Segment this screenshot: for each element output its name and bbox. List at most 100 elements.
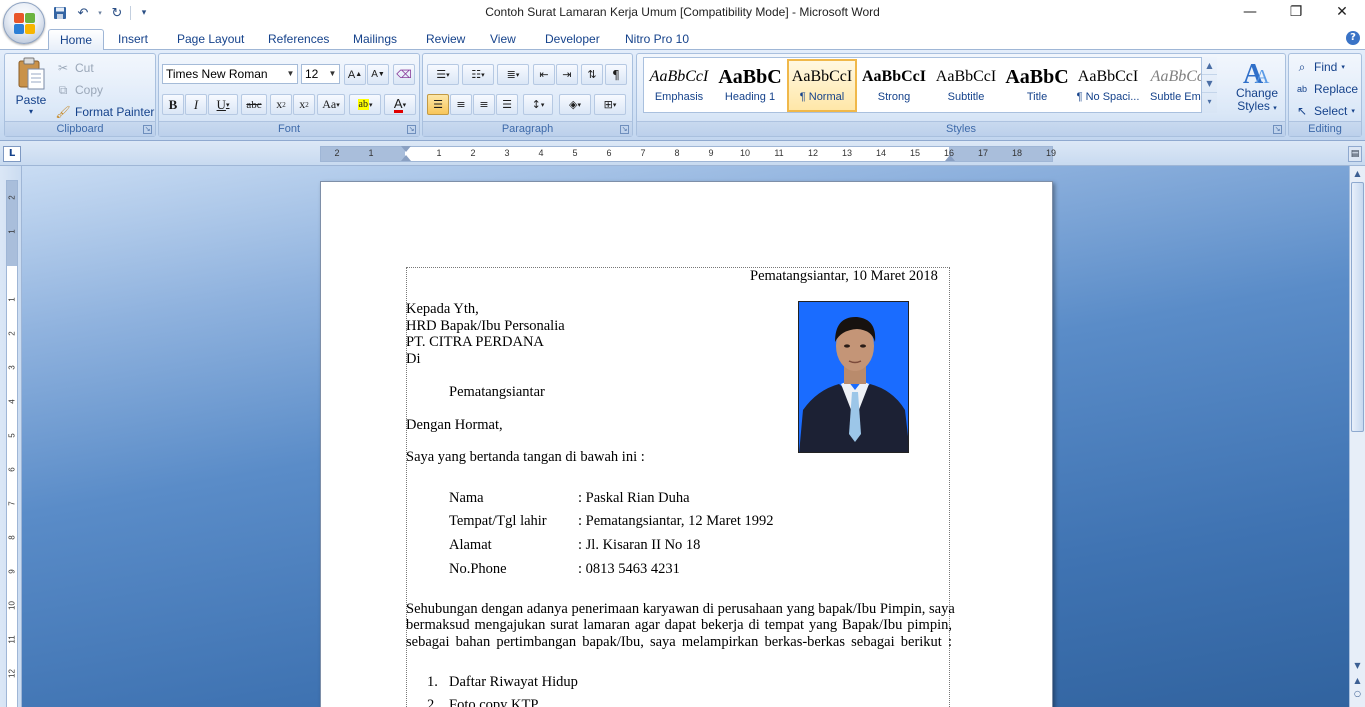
browse-object-icon[interactable]: ○ [1351, 687, 1364, 700]
font-color-button[interactable]: A ▾ [384, 94, 416, 115]
shrink-font-button[interactable]: A ▼ [367, 64, 389, 85]
restore-icon[interactable]: ❐ [1273, 0, 1319, 24]
gallery-down-icon[interactable]: ▼ [1202, 75, 1217, 93]
vertical-scrollbar[interactable]: ▲ ▼ ▲ ○ [1349, 166, 1365, 707]
style-no-spacing[interactable]: AaBbCcI ¶ No Spaci... [1075, 61, 1141, 110]
line-spacing-button[interactable]: ↕ ▾ [523, 94, 553, 115]
justify-button[interactable]: ☰ [496, 94, 518, 115]
change-styles-icon: AA [1243, 59, 1270, 87]
ruler-tick-label: 8 [674, 148, 680, 158]
tab-page-layout[interactable]: Page Layout [166, 29, 255, 50]
vruler-tick-label: 6 [7, 467, 17, 472]
change-styles-button[interactable]: AA Change Styles ▾ [1229, 57, 1285, 115]
field-value: : 0813 5463 4231 [578, 561, 680, 577]
office-button[interactable] [3, 2, 45, 44]
underline-button[interactable]: U ▾ [208, 94, 238, 115]
find-button[interactable]: ⌕ Find ▾ [1294, 57, 1345, 77]
gallery-up-icon[interactable]: ▲ [1202, 57, 1217, 75]
style-emphasis[interactable]: AaBbCcI Emphasis [646, 61, 712, 110]
align-right-button[interactable]: ≡ [473, 94, 495, 115]
vruler-tick-label: 2 [7, 195, 17, 200]
font-size-combo[interactable]: 12 ▼ [301, 64, 340, 84]
style-title[interactable]: AaBbC Title [1004, 61, 1070, 110]
ruler-row: L 2 1 1 2 3 4 5 6 7 8 9 10 11 12 13 14 15 16 17 18 19 ▤ [0, 141, 1365, 166]
field-value: : Jl. Kisaran II No 18 [578, 537, 701, 553]
show-marks-button[interactable]: ¶ [605, 64, 627, 85]
superscript-button[interactable]: x2 [293, 94, 315, 115]
shading-button[interactable]: ◈ ▾ [559, 94, 591, 115]
clear-formatting-button[interactable]: ⌫ [393, 64, 415, 85]
date-line: Pematangsiantar, 10 Maret 2018 [750, 268, 938, 284]
subscript-button[interactable]: x2 [270, 94, 292, 115]
tab-references[interactable]: References [257, 29, 340, 50]
tab-view[interactable]: View [479, 29, 527, 50]
numbered-list-icon: ☷ [471, 68, 482, 81]
copy-button[interactable]: ⧉ Copy [55, 80, 103, 100]
increase-indent-button[interactable]: ⇥ [556, 64, 578, 85]
gallery-scroll: ▲ ▼ ▾ [1201, 57, 1217, 113]
vruler-tick-label: 5 [7, 433, 17, 438]
font-launcher-icon[interactable]: ↘ [407, 125, 416, 134]
minimize-icon[interactable]: — [1227, 0, 1273, 24]
previous-page-icon[interactable]: ▲ [1351, 674, 1364, 687]
scroll-down-icon[interactable]: ▼ [1351, 659, 1364, 672]
paint-bucket-icon: ◈ [569, 98, 578, 111]
paragraph-group-label: Paragraph [423, 121, 632, 136]
applicant-photo[interactable] [798, 301, 909, 453]
tab-insert[interactable]: Insert [107, 29, 159, 50]
ruler-tick-label: 1 [368, 148, 374, 158]
cursor-icon: ↖ [1296, 104, 1308, 118]
clipboard-launcher-icon[interactable]: ↘ [143, 125, 152, 134]
tab-home[interactable]: Home [48, 29, 105, 51]
align-center-button[interactable]: ≡ [450, 94, 472, 115]
style-heading-1[interactable]: AaBbC Heading 1 [717, 61, 783, 110]
tab-selector-icon[interactable]: L [3, 146, 21, 162]
vruler-tick-label: 11 [7, 635, 17, 644]
tab-nitro-pro[interactable]: Nitro Pro 10 [614, 29, 700, 50]
close-icon[interactable]: ✕ [1319, 0, 1365, 24]
ruler-tick-label: 9 [708, 148, 714, 158]
document-page[interactable]: Pematangsiantar, 10 Maret 2018 Kepada Yt… [320, 181, 1053, 707]
paintbrush-icon: 🖌 [55, 105, 71, 119]
ruler-tick-label: 3 [504, 148, 510, 158]
style-strong[interactable]: AaBbCcI Strong [861, 61, 927, 110]
change-case-button[interactable]: Aa ▾ [317, 94, 345, 115]
ruler-tick-label: 18 [1011, 148, 1023, 158]
style-normal[interactable]: AaBbCcI ¶ Normal [787, 59, 857, 112]
vertical-ruler[interactable]: 2 1 1 2 3 4 5 6 7 8 9 10 11 12 [0, 166, 22, 707]
gallery-more-icon[interactable]: ▾ [1202, 93, 1217, 111]
numbering-button[interactable]: ☷ ▾ [462, 64, 494, 85]
multilevel-list-button[interactable]: ≣ ▾ [497, 64, 529, 85]
scroll-thumb[interactable] [1351, 182, 1364, 432]
paste-button[interactable]: Paste ▾ [9, 57, 53, 116]
bold-button[interactable]: B [162, 94, 184, 115]
justify-icon: ☰ [502, 98, 512, 111]
tab-developer[interactable]: Developer [534, 29, 611, 50]
styles-launcher-icon[interactable]: ↘ [1273, 125, 1282, 134]
decrease-indent-button[interactable]: ⇤ [533, 64, 555, 85]
highlight-button[interactable]: ab ▾ [349, 94, 381, 115]
tab-review[interactable]: Review [415, 29, 476, 50]
hanging-indent-marker[interactable] [401, 155, 411, 161]
style-subtitle[interactable]: AaBbCcI Subtitle [933, 61, 999, 110]
replace-button[interactable]: ab Replace [1294, 79, 1358, 99]
view-ruler-icon[interactable]: ▤ [1348, 146, 1362, 162]
borders-button[interactable]: ⊞ ▾ [594, 94, 626, 115]
scroll-up-icon[interactable]: ▲ [1351, 167, 1364, 180]
align-left-button[interactable]: ☰ [427, 94, 449, 115]
strikethrough-button[interactable]: abc [241, 94, 267, 115]
paragraph-launcher-icon[interactable]: ↘ [620, 125, 629, 134]
tab-mailings[interactable]: Mailings [342, 29, 408, 50]
italic-button[interactable]: I [185, 94, 207, 115]
first-line-indent-marker[interactable] [401, 146, 411, 152]
recipient-line: Di [406, 351, 421, 367]
select-button[interactable]: ↖ Select ▾ [1294, 101, 1355, 121]
format-painter-button[interactable]: 🖌 Format Painter [55, 102, 154, 122]
font-family-combo[interactable]: Times New Roman ▼ [162, 64, 298, 84]
cut-button[interactable]: ✂ Cut [55, 58, 94, 78]
horizontal-ruler[interactable]: 2 1 1 2 3 4 5 6 7 8 9 10 11 12 13 14 15 16 17 18 19 [320, 146, 1056, 162]
sort-button[interactable]: ⇅ [581, 64, 603, 85]
grow-font-button[interactable]: A ▲ [344, 64, 366, 85]
bullets-button[interactable]: ☰ ▾ [427, 64, 459, 85]
help-icon[interactable]: ? [1346, 31, 1360, 45]
